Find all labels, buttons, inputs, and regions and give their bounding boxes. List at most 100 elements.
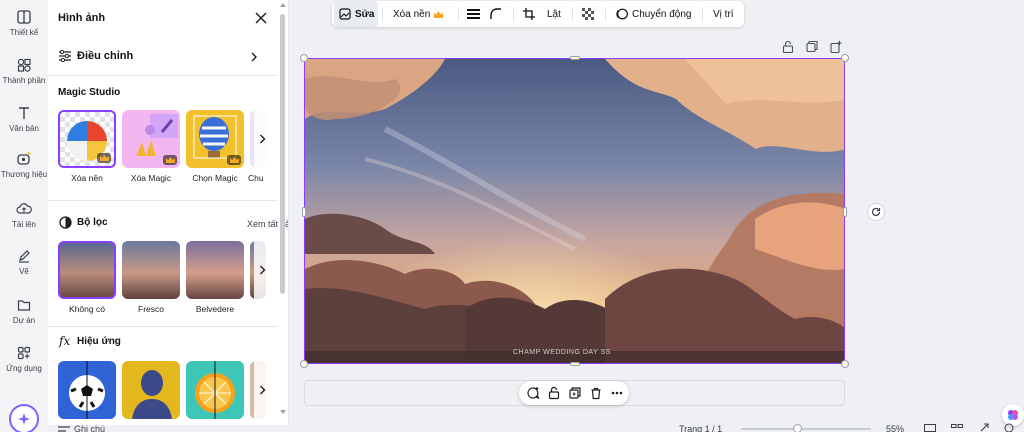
rail-item-elements[interactable]: Thành phần	[0, 58, 48, 85]
rotate-icon	[871, 207, 881, 217]
scrollbar-thumb[interactable]	[280, 14, 285, 294]
animate-label: Chuyển động	[632, 8, 692, 20]
pen-icon	[19, 250, 30, 263]
more-icon[interactable]	[610, 386, 624, 400]
effects-next-button[interactable]	[254, 361, 270, 419]
upload-cloud-icon	[16, 203, 32, 214]
notes-icon	[58, 426, 70, 432]
effect-thumb-1[interactable]	[58, 361, 116, 419]
sliders-icon	[59, 50, 71, 62]
animate-button[interactable]: Chuyển động	[615, 1, 692, 27]
rail-item-apps[interactable]: Ứng dụng	[0, 346, 48, 373]
rail-item-label: Dự án	[12, 316, 36, 325]
lock-icon[interactable]	[782, 40, 794, 54]
divider	[48, 75, 278, 76]
adjust-label: Điều chỉnh	[77, 50, 134, 62]
image-edit-panel: Hình ảnh Điều chỉnh Magic Studio Xóa nền…	[48, 0, 289, 425]
crop-icon	[523, 8, 535, 20]
rotate-button[interactable]	[867, 203, 885, 221]
resize-handle-top[interactable]	[570, 56, 580, 60]
crown-icon	[163, 155, 177, 165]
crop-button[interactable]	[523, 1, 535, 27]
rail-item-label: Văn bản	[9, 124, 39, 133]
adjust-row[interactable]: Điều chỉnh	[48, 40, 278, 74]
rail-item-projects[interactable]: Dự án	[0, 298, 48, 325]
transparency-button[interactable]	[582, 1, 594, 27]
resize-handle-top-left[interactable]	[300, 54, 308, 62]
rail-item-text[interactable]: Văn bản	[0, 106, 48, 133]
resize-handle-bottom[interactable]	[570, 362, 580, 366]
flip-button[interactable]: Lật	[547, 1, 561, 27]
magic-item-label: Xóa Magic	[130, 173, 172, 183]
zoom-level[interactable]: 55%	[886, 424, 904, 432]
filter-item-label: Fresco	[138, 304, 164, 314]
magic-assistant-button[interactable]	[9, 404, 39, 432]
effect-thumb-3[interactable]	[186, 361, 244, 419]
rail-item-label: Thương hiệu	[0, 170, 48, 179]
border-weight-button[interactable]	[467, 1, 480, 27]
panel-scrollbar[interactable]	[280, 3, 286, 420]
orange-slice-illustration	[195, 361, 235, 419]
magic-thumb-magic-grab[interactable]	[186, 110, 244, 168]
folder-icon	[17, 300, 31, 311]
filter-thumb-none[interactable]	[58, 241, 116, 299]
rail-item-design[interactable]: Thiết kế	[0, 10, 48, 37]
remove-bg-button[interactable]: Xóa nền	[393, 1, 444, 27]
effect-thumb-2[interactable]	[122, 361, 180, 419]
close-icon[interactable]	[254, 11, 268, 25]
magic-thumb-magic-eraser[interactable]	[122, 110, 180, 168]
zoom-slider-thumb[interactable]	[793, 424, 802, 432]
border-lines-icon	[467, 9, 480, 19]
bottom-bar: Ghi chú Trang 1 / 1 55%	[48, 420, 1024, 432]
rail-item-label: Ứng dụng	[6, 364, 42, 373]
text-icon	[19, 107, 29, 119]
resize-handle-left[interactable]	[302, 207, 306, 217]
divider	[48, 326, 278, 327]
toolbar-divider	[605, 7, 606, 21]
edit-button[interactable]: Sửa	[334, 1, 378, 27]
trash-icon[interactable]	[589, 386, 603, 400]
left-rail: Thiết kế Thành phần Văn bản Thương hiệu …	[0, 0, 48, 432]
layout-icon	[17, 10, 31, 24]
remove-bg-label: Xóa nền	[393, 8, 431, 20]
shapes-icon	[17, 58, 31, 72]
filters-next-button[interactable]	[254, 241, 270, 299]
magic-next-button[interactable]	[254, 110, 270, 168]
duplicate-icon[interactable]	[568, 386, 582, 400]
chevron-right-icon	[259, 385, 265, 395]
filter-thumb-fresco[interactable]	[122, 241, 180, 299]
zoom-slider[interactable]	[741, 424, 871, 432]
fullscreen-icon[interactable]	[980, 423, 990, 432]
crown-icon	[434, 10, 444, 18]
filters-heading: Bộ lọc	[77, 217, 108, 228]
chevron-right-icon	[259, 265, 265, 275]
corner-rounding-button[interactable]	[490, 1, 502, 27]
magic-item-label: Chu	[248, 173, 264, 183]
lock-icon[interactable]	[547, 386, 561, 400]
comment-add-icon[interactable]	[526, 386, 540, 400]
position-button[interactable]: Vị trí	[713, 1, 734, 27]
magic-item-label: Xóa nền	[71, 173, 103, 183]
help-icon[interactable]	[1004, 423, 1014, 432]
resize-handle-top-right[interactable]	[841, 54, 849, 62]
add-page-icon[interactable]	[830, 40, 842, 54]
rail-item-brand[interactable]: Thương hiệu	[0, 152, 48, 179]
motion-icon	[616, 8, 628, 20]
page-indicator[interactable]: Trang 1 / 1	[679, 424, 722, 432]
filter-thumb-belvedere[interactable]	[186, 241, 244, 299]
edit-label: Sửa	[355, 8, 375, 20]
selected-image[interactable]: CHAMP WEDDING DAY SS	[304, 58, 845, 364]
grid-view-icon[interactable]	[951, 424, 963, 432]
page-view-icon[interactable]	[924, 424, 936, 432]
rail-item-draw[interactable]: Vẽ	[0, 249, 48, 276]
notes-button[interactable]: Ghi chú	[74, 424, 105, 432]
magic-thumb-remove-bg[interactable]	[58, 110, 116, 168]
rail-item-label: Vẽ	[19, 267, 29, 276]
brand-icon	[17, 152, 31, 165]
resize-handle-bottom-left[interactable]	[300, 360, 308, 368]
rail-item-uploads[interactable]: Tải lên	[0, 202, 48, 229]
position-label: Vị trí	[713, 8, 734, 20]
resize-handle-bottom-right[interactable]	[841, 360, 849, 368]
duplicate-icon[interactable]	[806, 40, 818, 54]
resize-handle-right[interactable]	[843, 207, 847, 217]
